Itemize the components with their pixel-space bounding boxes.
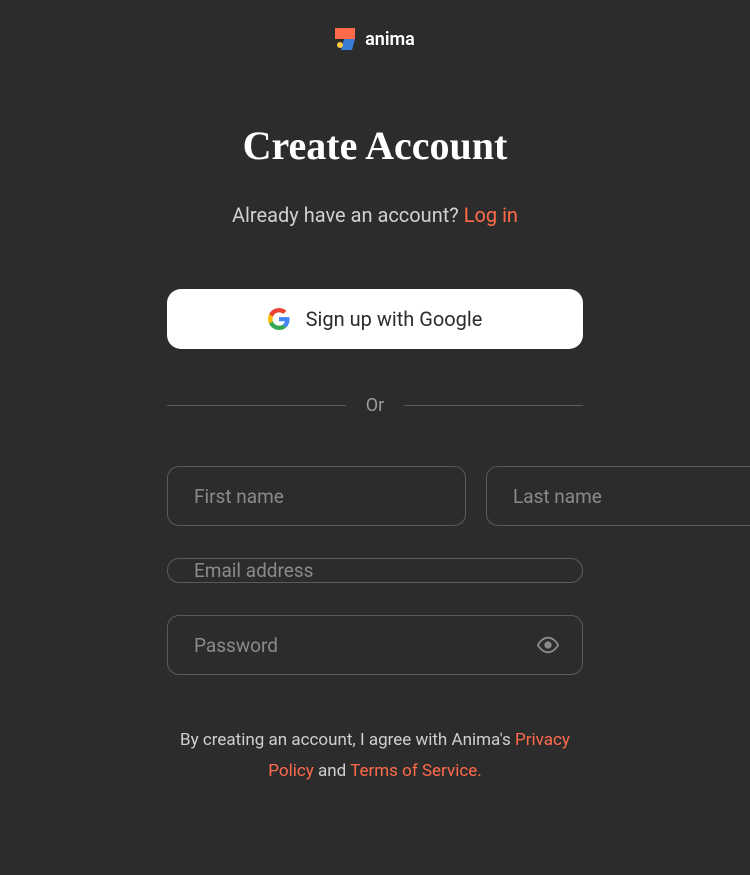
last-name-field[interactable]: [486, 466, 750, 526]
google-button-label: Sign up with Google: [306, 307, 483, 331]
brand-logo: anima: [335, 28, 415, 50]
login-prompt: Already have an account? Log in: [232, 203, 518, 227]
first-name-field[interactable]: [167, 466, 466, 526]
name-row: [167, 466, 583, 526]
password-field[interactable]: [167, 615, 583, 675]
signup-form: [167, 466, 583, 675]
password-wrapper: [167, 615, 583, 675]
eye-icon[interactable]: [537, 634, 559, 656]
brand-name: anima: [365, 29, 415, 50]
email-field[interactable]: [167, 558, 583, 583]
terms-conjunction: and: [314, 761, 350, 781]
divider-text: Or: [366, 395, 384, 416]
terms-of-service-link[interactable]: Terms of Service.: [350, 761, 482, 781]
divider-line-left: [167, 405, 346, 406]
divider-line-right: [404, 405, 583, 406]
divider: Or: [167, 395, 583, 416]
login-prompt-text: Already have an account?: [232, 203, 464, 227]
google-icon: [268, 308, 290, 330]
anima-logo-icon: [335, 28, 355, 50]
terms-prefix: By creating an account, I agree with Ani…: [180, 730, 515, 750]
page-title: Create Account: [243, 122, 508, 169]
google-signup-button[interactable]: Sign up with Google: [167, 289, 583, 349]
login-link[interactable]: Log in: [464, 203, 518, 227]
terms-text: By creating an account, I agree with Ani…: [167, 725, 583, 786]
